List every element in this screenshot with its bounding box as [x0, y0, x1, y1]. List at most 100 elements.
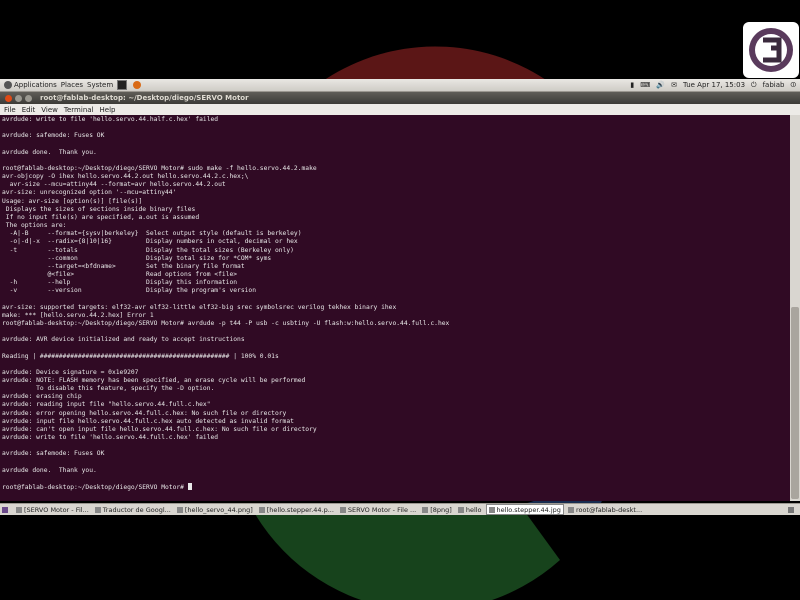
bottom-taskbar: [SERVO Motor - Fil... Traductor de Googl.… — [0, 503, 800, 515]
power-icon[interactable]: ⏻ — [751, 81, 757, 90]
taskbar-item[interactable]: SERVO Motor - File ... — [338, 505, 418, 514]
terminal-line: avr-size --mcu=attiny44 --format=avr hel… — [2, 181, 226, 189]
terminal-launcher[interactable] — [117, 80, 129, 90]
corner-logo — [743, 22, 799, 78]
menu-file[interactable]: File — [4, 106, 16, 114]
logo-3-icon — [749, 28, 793, 72]
taskbar-item-label: root@fablab-deskt... — [575, 505, 643, 514]
menu-bar: File Edit View Terminal Help — [0, 104, 800, 115]
terminal-line: avrdude: can't open input file hello.ser… — [2, 425, 317, 433]
terminal-line: -t --totals Display the total sizes (Ber… — [2, 246, 294, 254]
taskbar-item-label: hello.stepper.44.jpg — [496, 505, 561, 514]
terminal-line: avrdude: write to file 'hello.servo.44.h… — [2, 116, 219, 123]
task-list: [SERVO Motor - Fil... Traductor de Googl.… — [14, 504, 646, 515]
close-button[interactable] — [5, 94, 12, 102]
terminal-line: make: *** [hello.servo.44.2.hex] Error 1 — [2, 311, 154, 319]
taskbar-item-label: [hello_servo_44.png] — [184, 505, 253, 514]
terminal-line: avrdude: input file hello.servo.44.full.… — [2, 417, 294, 425]
terminal-line: Reading | ##############################… — [2, 352, 279, 360]
terminal-icon — [117, 80, 128, 90]
taskbar-item-label: Traductor de Googl... — [102, 505, 171, 514]
taskbar-item[interactable]: [8png] — [420, 505, 454, 514]
terminal-line: -h --help Display this information — [2, 279, 238, 287]
volume-icon[interactable]: 🔊 — [656, 81, 665, 89]
taskbar-item[interactable]: [SERVO Motor - Fil... — [14, 505, 91, 514]
menu-edit[interactable]: Edit — [22, 106, 36, 114]
terminal-line: avrdude: reading input file "hello.servo… — [2, 401, 211, 409]
terminal-line: avr-size: unrecognized option '--mcu=att… — [2, 189, 177, 197]
terminal-line: avrdude done. Thank you. — [2, 148, 97, 156]
terminal-line: -v --version Display the program's versi… — [2, 287, 257, 295]
window-icon — [339, 506, 346, 513]
window-title-bar[interactable]: root@fablab-desktop: ~/Desktop/diego/SER… — [0, 92, 800, 104]
terminal-line: avrdude: NOTE: FLASH memory has been spe… — [2, 377, 306, 384]
mail-icon[interactable]: ✉ — [671, 81, 677, 89]
terminal-line: avrdude: Device signature = 0x1e9207 — [2, 368, 139, 376]
terminal-line: avr-objcopy -O ihex hello.servo.44.2.out… — [2, 173, 249, 181]
trash-icon — [788, 506, 794, 513]
minimize-button[interactable] — [15, 94, 22, 102]
terminal-line: avrdude done. Thank you. — [2, 466, 97, 474]
terminal-line: avrdude: write to file 'hello.servo.44.f… — [2, 434, 219, 442]
terminal-line: If no input file(s) are specified, a.out… — [2, 213, 200, 221]
taskbar-item[interactable]: hello — [456, 505, 484, 514]
terminal-output[interactable]: avrdude: write to file 'hello.servo.44.h… — [0, 115, 790, 501]
trash-button[interactable] — [786, 505, 798, 514]
taskbar-item[interactable]: [hello.stepper.44.p... — [257, 505, 336, 514]
menu-view[interactable]: View — [41, 106, 58, 114]
taskbar-item[interactable]: hello.stepper.44.jpg — [485, 504, 564, 515]
terminal-line: root@fablab-desktop:~/Desktop/diego/SERV… — [2, 164, 317, 172]
network-icon[interactable]: ▮ — [630, 81, 634, 89]
taskbar-item[interactable]: Traductor de Googl... — [93, 505, 173, 514]
shutdown-icon[interactable]: ⏼ — [790, 81, 796, 90]
terminal-line: Usage: avr-size [option(s)] [file(s)] — [2, 197, 143, 205]
clock[interactable]: Tue Apr 17, 15:03 — [683, 81, 745, 89]
menu-terminal[interactable]: Terminal — [64, 106, 94, 114]
taskbar-item-label: SERVO Motor - File ... — [347, 505, 417, 514]
window-icon — [422, 506, 429, 513]
window-icon — [488, 506, 495, 513]
user-name[interactable]: fabiab — [763, 81, 785, 89]
menu-help[interactable]: Help — [100, 106, 116, 114]
terminal-line: @<file> Read options from <file> — [2, 270, 238, 278]
show-desktop-button[interactable] — [0, 505, 12, 514]
terminal-line: avr-size: supported targets: elf32-avr e… — [2, 303, 397, 311]
window-icon — [457, 506, 464, 513]
places-menu[interactable]: Places — [61, 81, 83, 89]
terminal-line: -A|-B --format={sysv|berkeley} Select ou… — [2, 230, 302, 238]
applications-menu[interactable]: Applications — [4, 81, 57, 89]
top-panel: Applications Places System ▮ ⌨ 🔊 ✉ Tue A… — [0, 79, 800, 92]
terminal-line: Displays the sizes of sections inside bi… — [2, 205, 196, 213]
terminal-line: avrdude: error opening hello.servo.44.fu… — [2, 409, 287, 417]
taskbar-item-label: [hello.stepper.44.p... — [266, 505, 334, 514]
firefox-launcher[interactable] — [133, 81, 143, 89]
taskbar-item-label: [SERVO Motor - Fil... — [24, 505, 89, 514]
terminal-line: To disable this feature, specify the -D … — [2, 385, 215, 393]
terminal-line: avrdude: erasing chip — [2, 393, 82, 401]
terminal-line: avrdude: safemode: Fuses OK — [2, 450, 105, 458]
terminal-line: The options are: — [2, 222, 67, 230]
window-icon — [567, 506, 574, 513]
terminal-line: --common Display total size for *COM* sy… — [2, 254, 272, 262]
panel-tray: ▮ ⌨ 🔊 ✉ Tue Apr 17, 15:03 ⏻ fabiab ⏼ — [630, 79, 796, 91]
firefox-icon — [133, 81, 142, 89]
terminal-line: --target=<bfdname> Set the binary file f… — [2, 262, 245, 270]
show-desktop-icon — [2, 506, 8, 513]
taskbar-item[interactable]: root@fablab-deskt... — [566, 505, 644, 514]
terminal-line: root@fablab-desktop:~/Desktop/diego/SERV… — [2, 319, 450, 327]
window-icon — [16, 506, 22, 513]
system-menu[interactable]: System — [87, 81, 113, 89]
window-icon — [258, 506, 265, 513]
taskbar-item-label: [8png] — [430, 505, 452, 514]
window-title: root@fablab-desktop: ~/Desktop/diego/SER… — [40, 94, 249, 102]
window-icon — [94, 506, 101, 513]
taskbar-item[interactable]: [hello_servo_44.png] — [175, 505, 255, 514]
terminal-line: root@fablab-desktop:~/Desktop/diego/SERV… — [2, 484, 188, 492]
gnome-foot-icon — [4, 81, 12, 89]
terminal-scrollbar[interactable] — [790, 115, 800, 501]
scrollbar-thumb[interactable] — [791, 307, 799, 499]
terminal-line: -o|-d|-x --radix={8|10|16} Display numbe… — [2, 238, 298, 246]
keyboard-icon[interactable]: ⌨ — [640, 81, 650, 89]
taskbar-item-label: hello — [465, 505, 482, 514]
maximize-button[interactable] — [25, 94, 32, 102]
